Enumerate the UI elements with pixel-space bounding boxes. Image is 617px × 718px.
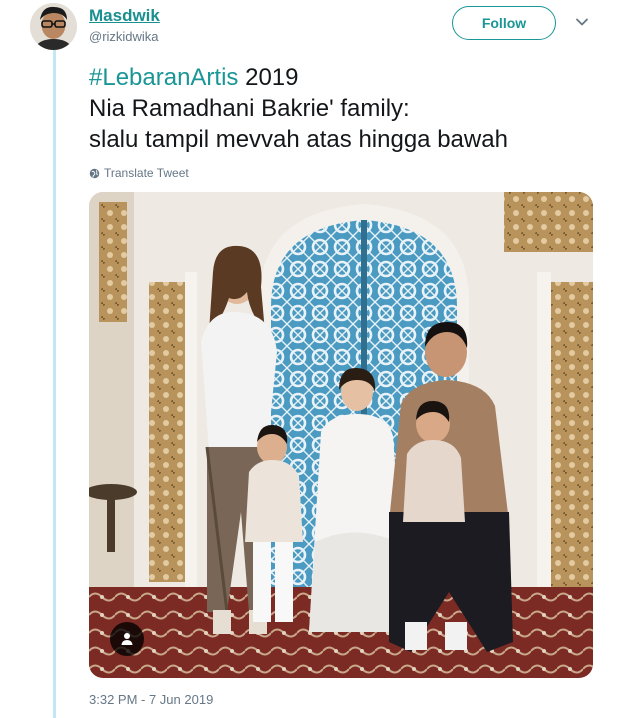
follow-button[interactable]: Follow [452,6,556,40]
username[interactable]: @rizkidwika [89,29,159,44]
avatar-image [30,3,77,50]
tweet-line-2: Nia Ramadhani Bakrie' family: [89,95,410,122]
tweet-timestamp[interactable]: 3:32 PM - 7 Jun 2019 [89,692,213,707]
display-name[interactable]: Masdwik [89,6,160,26]
tweet-text: #LebaranArtis 2019 Nia Ramadhani Bakrie'… [89,62,508,155]
tweet-line-3: slalu tampil mevvah atas hingga bawah [89,126,508,153]
translate-tweet-link[interactable]: Translate Tweet [89,166,189,180]
family-photo [89,192,593,678]
tweet-photo[interactable] [89,192,593,678]
avatar[interactable] [30,3,77,50]
chevron-down-icon[interactable] [574,14,590,30]
photo-tag-button[interactable] [110,622,144,656]
hashtag-link[interactable]: #LebaranArtis [89,64,238,91]
globe-icon [89,168,100,178]
tweet-line-1: #LebaranArtis 2019 [89,62,508,93]
translate-label: Translate Tweet [104,166,189,180]
tweet-line-1-rest: 2019 [238,64,299,91]
thread-line [53,50,56,718]
person-icon [121,633,133,645]
